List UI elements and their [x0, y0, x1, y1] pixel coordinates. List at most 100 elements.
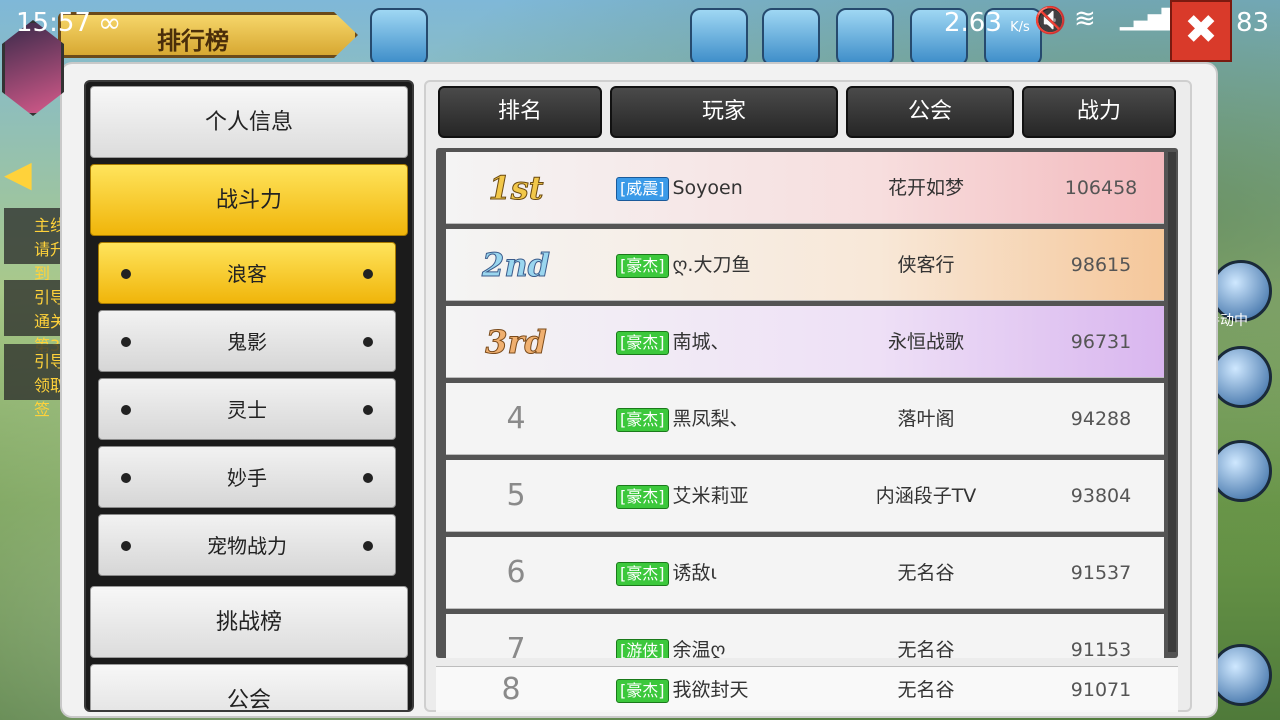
table-row[interactable]: 5 [豪杰] 艾米莉亚 内涵段子TV 93804	[446, 460, 1164, 532]
battery-percent: 83	[1236, 8, 1270, 38]
rank-cell: 3rd	[485, 323, 548, 362]
my-player-cell: [豪杰] 我欲封天	[616, 667, 846, 713]
player-cell: [豪杰] ღ.大刀鱼	[616, 229, 846, 301]
table-row[interactable]: 4 [豪杰] 黑凤梨、 落叶阁 94288	[446, 383, 1164, 455]
title-badge: [豪杰]	[616, 330, 669, 355]
guild-cell: 无名谷	[897, 639, 955, 658]
bullet-icon	[121, 541, 131, 551]
player-cell: [豪杰] 艾米莉亚	[616, 460, 846, 532]
status-time: 15:57	[16, 8, 91, 38]
table-row[interactable]: 3rd [豪杰] 南城、 永恒战歌 96731	[446, 306, 1164, 378]
subcategory-lingshi[interactable]: 灵士	[98, 378, 396, 440]
skill-1-icon[interactable]	[1210, 346, 1272, 408]
column-header-player[interactable]: 玩家	[610, 86, 838, 138]
close-button[interactable]: ✖	[1170, 0, 1232, 62]
player-cell: [豪杰] 南城、	[616, 306, 846, 378]
skill-2-icon[interactable]	[1210, 440, 1272, 502]
subcategory-langke[interactable]: 浪客	[98, 242, 396, 304]
power-cell: 91537	[1070, 562, 1132, 584]
player-cell: [威震] Soyoen	[616, 152, 846, 224]
title-badge: [豪杰]	[616, 253, 669, 278]
mute-icon: 🔇	[1034, 6, 1067, 36]
player-name: ღ.大刀鱼	[672, 254, 751, 276]
bullet-icon	[121, 405, 131, 415]
bullet-icon	[363, 473, 373, 483]
collapse-arrow-icon[interactable]: ◀	[4, 154, 38, 200]
speed-value: 2.63	[944, 8, 1002, 38]
subcategory-label: 宠物战力	[207, 534, 287, 558]
column-header-power[interactable]: 战力	[1022, 86, 1176, 138]
bullet-icon	[121, 473, 131, 483]
ranking-panel: 个人信息 战斗力 浪客 鬼影 灵士 妙手 宠物战力 挑战榜 公会 排名 玩家 公…	[62, 64, 1216, 716]
subcategory-guiying[interactable]: 鬼影	[98, 310, 396, 372]
player-name: 艾米莉亚	[672, 485, 749, 507]
my-rank-row: 8 [豪杰] 我欲封天 无名谷 91071	[436, 666, 1178, 712]
guild-cell: 无名谷	[897, 562, 955, 584]
table-row[interactable]: 1st [威震] Soyoen 花开如梦 106458	[446, 152, 1164, 224]
wifi-icon: ≋	[1074, 4, 1096, 34]
player-name: Soyoen	[672, 177, 743, 199]
title-badge: [豪杰]	[616, 678, 669, 703]
power-cell: 106458	[1064, 177, 1138, 199]
subcategory-label: 鬼影	[227, 330, 267, 354]
power-cell: 91153	[1070, 639, 1132, 658]
title-badge: [豪杰]	[616, 561, 669, 586]
power-cell: 93804	[1070, 485, 1132, 507]
category-combat-power[interactable]: 战斗力	[90, 164, 408, 236]
rank-cell: 6	[506, 555, 526, 590]
power-cell: 94288	[1070, 408, 1132, 430]
subcategory-label: 妙手	[227, 466, 267, 490]
player-name: 余温ღ	[672, 639, 726, 658]
close-icon: ✖	[1184, 7, 1218, 53]
rank-cell: 4	[506, 401, 526, 436]
power-cell: 96731	[1070, 331, 1132, 353]
player-cell: [游侠] 余温ღ	[616, 614, 846, 658]
title-badge: [游侠]	[616, 638, 669, 658]
guild-cell: 永恒战歌	[887, 331, 964, 353]
player-name: 黑凤梨、	[672, 408, 749, 430]
player-cell: [豪杰] 黑凤梨、	[616, 383, 846, 455]
subcategory-pet-power[interactable]: 宠物战力	[98, 514, 396, 576]
my-power-cell: 91071	[1070, 679, 1132, 701]
list-scrollbar[interactable]	[1168, 152, 1176, 652]
loop-icon: ∞	[98, 6, 122, 39]
rank-cell: 1st	[488, 169, 544, 208]
column-header-guild[interactable]: 公会	[846, 86, 1014, 138]
subcategory-label: 浪客	[227, 262, 267, 286]
my-guild-cell: 无名谷	[897, 679, 955, 701]
guild-cell: 落叶阁	[897, 408, 955, 430]
table-row[interactable]: 7 [游侠] 余温ღ 无名谷 91153	[446, 614, 1164, 658]
category-challenge-board[interactable]: 挑战榜	[90, 586, 408, 658]
ranking-list[interactable]: 1st [威震] Soyoen 花开如梦 106458 2nd [豪杰] ღ.大刀鱼…	[436, 148, 1178, 658]
rank-cell: 5	[506, 478, 526, 513]
player-name: 诱敌ι	[672, 562, 717, 584]
category-label: 挑战榜	[215, 610, 282, 635]
bullet-icon	[363, 269, 373, 279]
column-header-rank[interactable]: 排名	[438, 86, 602, 138]
player-name: 南城、	[672, 331, 730, 353]
category-label: 战斗力	[215, 188, 282, 213]
network-speed: 2.63 K/s	[944, 8, 1030, 38]
category-personal-info[interactable]: 个人信息	[90, 86, 408, 158]
title-badge: [威震]	[616, 176, 669, 201]
category-guild[interactable]: 公会	[90, 664, 408, 712]
subcategory-miaoshou[interactable]: 妙手	[98, 446, 396, 508]
table-row[interactable]: 2nd [豪杰] ღ.大刀鱼 侠客行 98615	[446, 229, 1164, 301]
bullet-icon	[121, 269, 131, 279]
bullet-icon	[363, 337, 373, 347]
swap-icon[interactable]	[1210, 644, 1272, 706]
category-sidebar: 个人信息 战斗力 浪客 鬼影 灵士 妙手 宠物战力 挑战榜 公会	[84, 80, 414, 712]
title-badge: [豪杰]	[616, 407, 669, 432]
guild-cell: 侠客行	[897, 254, 955, 276]
table-row[interactable]: 6 [豪杰] 诱敌ι 无名谷 91537	[446, 537, 1164, 609]
rank-cell: 7	[506, 632, 526, 658]
category-label: 公会	[226, 688, 271, 712]
subcategory-label: 灵士	[227, 398, 267, 422]
status-bar: 15:57 ∞ 2.63 K/s 🔇 ≋ ▁▃▅▇ 4G LTE 83	[0, 0, 1280, 48]
guild-cell: 花开如梦	[887, 177, 964, 199]
title-badge: [豪杰]	[616, 484, 669, 509]
my-player-name: 我欲封天	[672, 679, 749, 701]
my-rank-cell: 8	[501, 672, 521, 707]
rank-cell: 2nd	[482, 246, 551, 285]
guild-cell: 内涵段子TV	[875, 485, 977, 507]
